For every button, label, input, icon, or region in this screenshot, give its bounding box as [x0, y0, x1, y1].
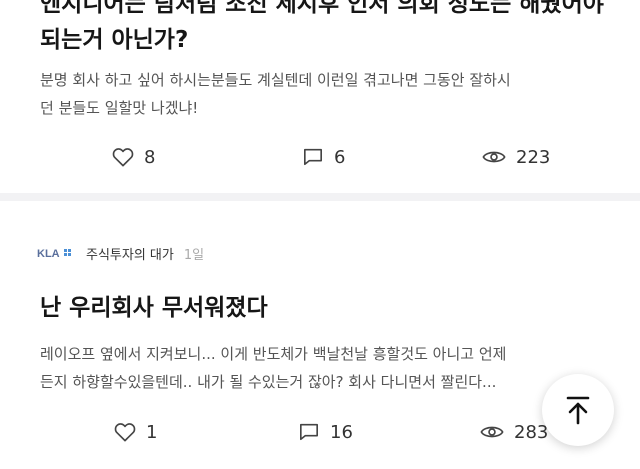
- post-title-line: 엔지니어는 팀처럼 조진 세지후 인서 의회 정도는 해줬어야: [40, 0, 604, 17]
- like-button[interactable]: 1: [114, 417, 157, 447]
- kla-logo-icon: KLA: [37, 248, 71, 260]
- comment-button[interactable]: 16: [298, 417, 353, 447]
- post-time: 1일: [183, 247, 205, 263]
- speech-bubble-icon: [304, 148, 322, 166]
- post-excerpt-line: 분명 회사 하고 싶어 하시는분들도 계실텐데 이런일 겪고나면 그동안 잘하시: [40, 71, 511, 89]
- arrow-up-icon: [566, 396, 590, 425]
- post-excerpt-line: 레이오프 옆에서 지켜보니... 이게 반도체가 백날천날 흥할것도 아니고 언…: [40, 345, 507, 363]
- post-excerpt: 레이오프 옆에서 지켜보니... 이게 반도체가 백날천날 흥할것도 아니고 언…: [40, 340, 506, 396]
- svg-text:KLA: KLA: [37, 248, 60, 260]
- heart-outline-icon: [112, 148, 134, 167]
- speech-bubble-icon: [300, 423, 318, 441]
- author-name[interactable]: 주식투자의 대가: [86, 244, 174, 263]
- post-card[interactable]: 엔지니어는 팀처럼 조진 세지후 인서 의회 정도는 해줬어야 되는거 아닌가?…: [0, 0, 640, 190]
- comment-count: 6: [334, 146, 346, 168]
- comment-count: 16: [330, 421, 353, 443]
- view-count: 283: [514, 421, 549, 443]
- like-count: 1: [146, 421, 158, 443]
- views-indicator: 223: [482, 142, 550, 172]
- scroll-to-top-button[interactable]: [542, 374, 614, 446]
- heart-outline-icon: [114, 423, 136, 442]
- author-avatar: KLA: [36, 244, 74, 262]
- post-title[interactable]: 엔지니어는 팀처럼 조진 세지후 인서 의회 정도는 해줬어야 되는거 아닌가?: [40, 0, 604, 58]
- post-title[interactable]: 난 우리회사 무서워졌다: [40, 291, 268, 325]
- post-title-line: 되는거 아닌가?: [40, 27, 189, 53]
- view-count: 223: [516, 146, 551, 168]
- post-author[interactable]: KLA 주식투자의 대가 1일: [36, 241, 204, 265]
- eye-icon: [482, 151, 506, 163]
- post-stats: 8 6 223: [0, 142, 640, 172]
- views-indicator: 283: [480, 417, 548, 447]
- like-count: 8: [144, 146, 156, 168]
- like-button[interactable]: 8: [112, 142, 155, 172]
- post-card[interactable]: KLA 주식투자의 대가 1일 난 우리회사 무서워졌다 레이오프 옆에서 지켜…: [0, 201, 640, 469]
- comment-button[interactable]: 6: [302, 142, 345, 172]
- post-divider: [0, 193, 640, 201]
- post-excerpt-line: 든지 하향할수있을텐데.. 내가 될 수있는거 잖아? 회사 다니면서 짤린다.…: [40, 373, 497, 391]
- post-excerpt: 분명 회사 하고 싶어 하시는분들도 계실텐데 이런일 겪고나면 그동안 잘하시…: [40, 66, 511, 122]
- eye-icon: [480, 426, 504, 438]
- post-excerpt-line: 던 분들도 일할맛 나겠냐!: [40, 99, 199, 117]
